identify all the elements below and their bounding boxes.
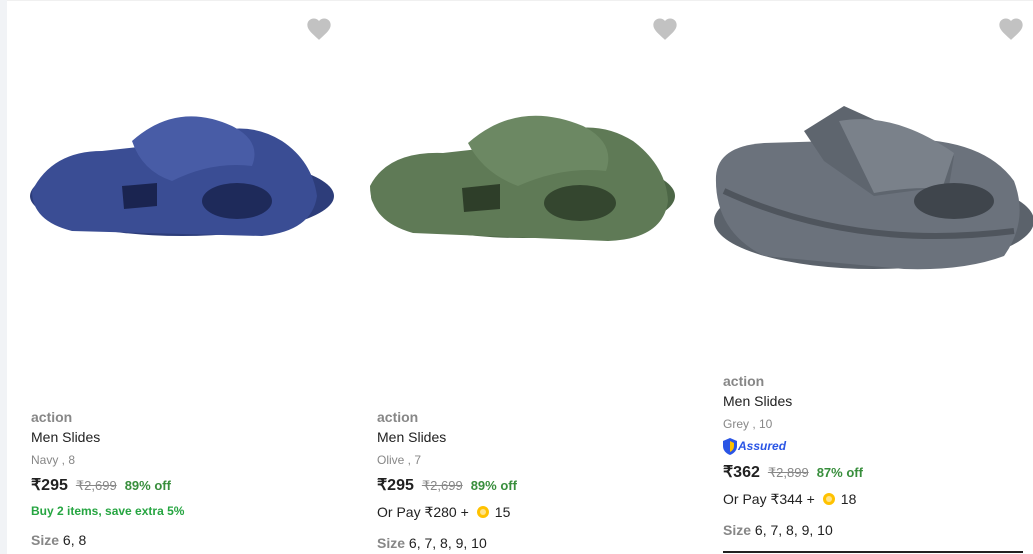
product-image[interactable] (704, 81, 1033, 301)
original-price: ₹2,899 (767, 465, 809, 480)
size-row: Size 6, 7, 8, 9, 10 (723, 520, 863, 540)
pay-text: Or Pay ₹344 + (723, 490, 815, 507)
brand-name: action (377, 409, 419, 425)
size-row: Size 6, 8 (31, 530, 184, 550)
price-row: ₹295 ₹2,699 89% off (31, 475, 184, 497)
price-row: ₹295 ₹2,699 89% off (377, 475, 517, 497)
coin-count: 15 (494, 504, 511, 520)
product-title[interactable]: Men Slides (377, 427, 517, 447)
product-title[interactable]: Men Slides (723, 391, 863, 411)
product-variant: Navy , 8 (31, 453, 76, 467)
size-label: Size (723, 522, 752, 538)
discount-percent: 89% off (124, 478, 171, 493)
pay-text: Or Pay ₹280 + (377, 503, 469, 520)
wishlist-heart-icon[interactable] (305, 15, 333, 43)
size-label: Size (31, 532, 60, 548)
size-row: Size 6, 7, 8, 9, 10 (377, 533, 517, 553)
product-image[interactable] (358, 81, 693, 301)
discount-percent: 87% off (816, 465, 863, 480)
original-price: ₹2,699 (421, 478, 463, 493)
selling-price: ₹295 (31, 477, 68, 494)
product-variant: Grey , 10 (723, 417, 773, 431)
size-values: 6, 7, 8, 9, 10 (754, 522, 833, 538)
discount-percent: 89% off (470, 478, 517, 493)
wishlist-heart-icon[interactable] (651, 15, 679, 43)
assured-text: Assured (738, 439, 787, 453)
size-values: 6, 7, 8, 9, 10 (408, 535, 487, 551)
brand-name: action (723, 373, 765, 389)
pay-with-coins-row: Or Pay ₹280 + 15 (377, 501, 517, 523)
bank-offer-text: Buy 2 items, save extra 5% (31, 504, 185, 518)
wishlist-heart-icon[interactable] (997, 15, 1025, 43)
assured-badge: Assured (723, 436, 863, 456)
supercoin-icon (822, 493, 835, 505)
size-values: 6, 8 (62, 532, 87, 548)
product-card[interactable]: action Men Slides Navy , 8 ₹295 ₹2,699 8… (12, 1, 357, 554)
selling-price: ₹362 (723, 464, 760, 481)
price-row: ₹362 ₹2,899 87% off (723, 462, 863, 484)
coin-count: 18 (840, 491, 857, 507)
brand-name: action (31, 409, 73, 425)
original-price: ₹2,699 (75, 478, 117, 493)
product-card[interactable]: action Men Slides Olive , 7 ₹295 ₹2,699 … (358, 1, 703, 554)
product-image[interactable] (12, 81, 347, 301)
card-hover-underline (723, 551, 1023, 553)
page-gutter (0, 0, 7, 554)
product-variant: Olive , 7 (377, 453, 422, 467)
assured-shield-icon (723, 437, 737, 455)
pay-with-coins-row: Or Pay ₹344 + 18 (723, 488, 863, 510)
product-card[interactable]: action Men Slides Grey , 10 Assured ₹362… (704, 1, 1033, 554)
product-title[interactable]: Men Slides (31, 427, 184, 447)
supercoin-icon (476, 506, 489, 518)
size-label: Size (377, 535, 406, 551)
selling-price: ₹295 (377, 477, 414, 494)
